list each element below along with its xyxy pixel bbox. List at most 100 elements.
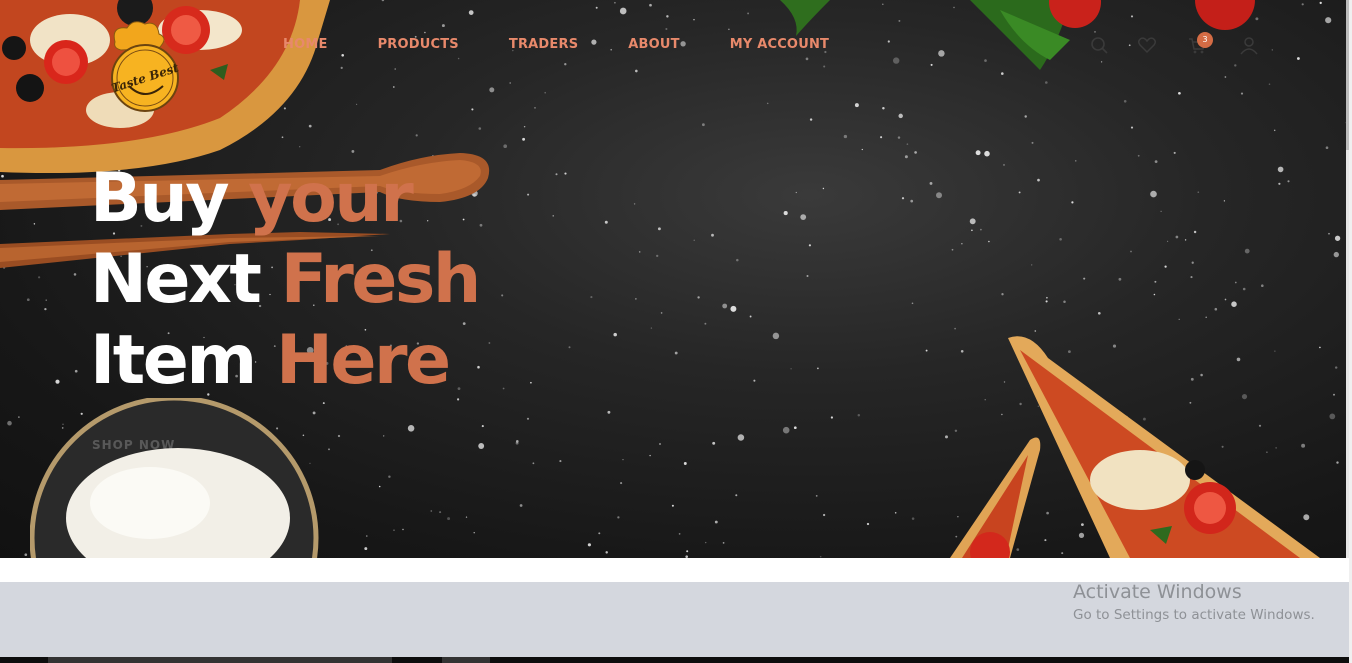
flour-speck (857, 414, 861, 417)
headline-word: Buy (90, 159, 230, 238)
flour-speck (911, 517, 915, 520)
flour-speck (481, 425, 484, 428)
flour-speck (749, 315, 752, 318)
hero-headline: Buy your Next Fresh Item Here (90, 158, 510, 401)
flour-speck (24, 553, 28, 557)
flour-speck (7, 420, 12, 426)
flour-speck (693, 18, 695, 21)
flour-speck (988, 240, 990, 243)
flour-speck (735, 494, 738, 497)
flour-speck (666, 15, 669, 18)
section-spacer (0, 558, 1349, 582)
flour-speck (984, 150, 990, 157)
flour-speck (607, 410, 611, 414)
flour-speck (1083, 277, 1086, 280)
flour-speck (728, 28, 730, 31)
flour-speck (1273, 129, 1276, 132)
flour-speck (657, 227, 661, 231)
flour-speck (1234, 281, 1237, 284)
flour-speck (392, 86, 395, 88)
flour-speck (880, 136, 883, 139)
search-icon[interactable] (1088, 34, 1110, 56)
flour-bowl-image (30, 398, 319, 558)
nav-home[interactable]: HOME (283, 36, 328, 56)
flour-speck (1224, 298, 1227, 301)
flour-speck (861, 148, 863, 151)
flour-speck (809, 118, 813, 121)
nav-products[interactable]: PRODUCTS (378, 36, 459, 56)
flour-speck (383, 435, 385, 437)
flour-speck (337, 434, 341, 438)
flour-speck (1075, 160, 1077, 162)
flour-speck (914, 151, 917, 154)
flour-speck (328, 448, 330, 451)
flour-speck (620, 482, 623, 485)
flour-speck (564, 172, 567, 175)
flour-speck (526, 417, 530, 420)
flour-speck (407, 425, 415, 432)
flour-speck (1271, 49, 1273, 51)
flour-speck (18, 416, 20, 418)
taste-best-logo[interactable]: Taste Best (107, 20, 183, 112)
nav-traders[interactable]: TRADERS (509, 36, 578, 56)
flour-speck (617, 516, 620, 519)
flour-speck (471, 108, 474, 111)
flour-speck (1301, 3, 1304, 6)
flour-speck (1018, 191, 1021, 194)
flour-speck (854, 103, 859, 108)
nav-my-account[interactable]: MY ACCOUNT (730, 36, 829, 56)
flour-speck (388, 475, 391, 478)
flour-speck (1178, 91, 1181, 95)
flour-speck (722, 542, 725, 544)
headline-line-1: Buy your (90, 158, 510, 239)
flour-speck (1150, 190, 1157, 198)
shop-now-link[interactable]: SHOP NOW (92, 438, 175, 452)
heart-icon[interactable] (1136, 34, 1158, 56)
flour-speck (457, 57, 460, 60)
flour-speck (1044, 81, 1048, 84)
flour-speck (489, 87, 495, 93)
flour-speck (527, 193, 530, 196)
flour-speck (1024, 115, 1027, 118)
flour-speck (1191, 261, 1194, 264)
flour-speck (544, 91, 546, 94)
flour-speck (522, 137, 526, 141)
flour-speck (683, 462, 687, 465)
flour-speck (1130, 126, 1134, 129)
flour-speck (1173, 151, 1176, 154)
flour-speck (55, 379, 60, 384)
flour-speck (686, 550, 689, 553)
flour-speck (634, 69, 638, 73)
flour-speck (800, 214, 807, 221)
flour-speck (1002, 163, 1006, 166)
flour-speck (790, 368, 792, 370)
flour-speck (783, 211, 788, 216)
flour-speck (882, 107, 885, 110)
flour-speck (356, 103, 358, 105)
flour-speck (532, 462, 535, 465)
flour-speck (951, 248, 954, 251)
flour-speck (1244, 248, 1250, 254)
flour-speck (1240, 92, 1244, 95)
strip-segment (442, 657, 490, 663)
flour-speck (638, 251, 641, 253)
bottom-dark-strip (0, 657, 1349, 663)
flour-speck (1325, 146, 1329, 150)
flour-speck (980, 228, 982, 231)
flour-speck (897, 136, 901, 139)
flour-speck (523, 125, 526, 128)
flour-speck (447, 517, 451, 521)
flour-speck (722, 303, 728, 309)
flour-speck (1223, 200, 1226, 202)
flour-speck (782, 426, 790, 434)
activate-windows-watermark: Activate Windows Go to Settings to activ… (1073, 580, 1343, 625)
flour-speck (772, 332, 780, 340)
user-icon[interactable] (1238, 34, 1260, 56)
flour-speck (555, 173, 558, 176)
headline-word: Next (90, 240, 262, 319)
flour-speck (658, 442, 662, 446)
flour-speck (478, 443, 485, 449)
flour-speck (1137, 154, 1140, 157)
headline-word: Item (90, 321, 257, 400)
nav-about[interactable]: ABOUT (628, 36, 679, 56)
